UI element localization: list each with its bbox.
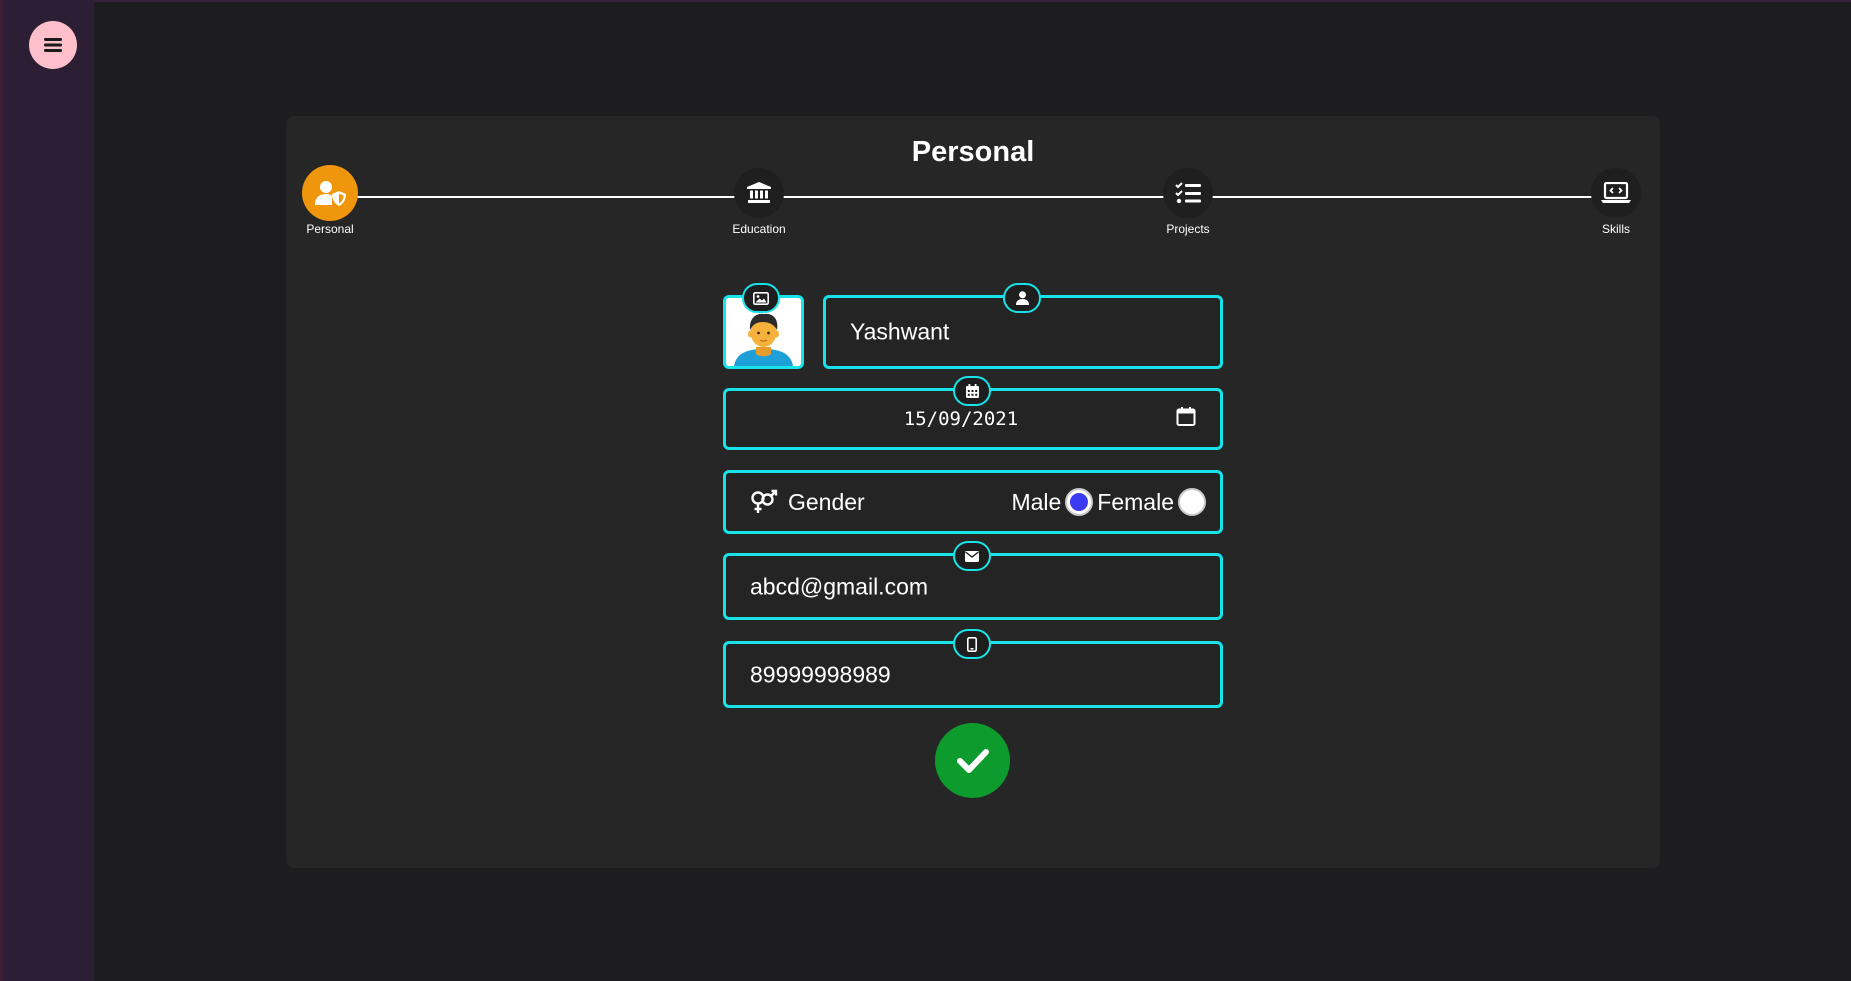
step-education[interactable]: Education xyxy=(719,168,799,236)
step-personal-circle xyxy=(302,165,358,221)
step-personal[interactable]: Personal xyxy=(290,165,370,236)
sidebar xyxy=(3,0,94,981)
photo-badge[interactable] xyxy=(742,283,780,313)
step-skills-circle xyxy=(1591,168,1641,218)
phone-badge xyxy=(953,629,991,659)
date-picker-button[interactable] xyxy=(1176,407,1196,432)
male-label[interactable]: Male xyxy=(1011,489,1061,516)
email-value: abcd@gmail.com xyxy=(750,573,929,599)
university-icon xyxy=(747,182,771,203)
submit-button[interactable] xyxy=(935,723,1010,798)
stepper-line xyxy=(334,196,1618,198)
step-projects[interactable]: Projects xyxy=(1148,168,1228,236)
gender-icon xyxy=(751,489,778,513)
step-skills[interactable]: Skills xyxy=(1576,168,1656,236)
hamburger-icon xyxy=(44,38,62,52)
step-label: Projects xyxy=(1166,222,1210,236)
step-label: Education xyxy=(732,222,786,236)
top-border xyxy=(0,0,1851,2)
menu-button[interactable] xyxy=(29,21,77,69)
dob-value: 15/09/2021 xyxy=(903,408,1019,430)
gender-label: Gender xyxy=(788,488,865,515)
gender-field: Gender Male Female xyxy=(723,470,1223,534)
female-label[interactable]: Female xyxy=(1097,489,1174,516)
dob-badge xyxy=(953,376,991,406)
user-icon xyxy=(1015,291,1029,305)
step-label: Personal xyxy=(306,222,354,236)
gender-row: Gender Male Female xyxy=(726,473,1220,531)
female-radio[interactable] xyxy=(1178,488,1206,516)
user-shield-icon xyxy=(315,181,346,206)
image-icon xyxy=(753,291,769,305)
calendar-outline-icon xyxy=(1176,407,1196,426)
name-badge xyxy=(1003,283,1041,313)
email-badge xyxy=(953,541,991,571)
page-title: Personal xyxy=(911,136,1035,168)
calendar-icon xyxy=(965,384,979,398)
phone-value: 89999998989 xyxy=(750,661,891,687)
envelope-icon xyxy=(965,550,979,562)
name-value: Yashwant xyxy=(850,318,950,345)
step-education-circle xyxy=(734,168,784,218)
mobile-icon xyxy=(967,636,977,652)
laptop-code-icon xyxy=(1601,182,1631,203)
step-projects-circle xyxy=(1163,168,1213,218)
tasks-list-icon xyxy=(1175,182,1201,204)
radio-dot xyxy=(1070,493,1089,511)
check-icon xyxy=(956,748,989,773)
step-label: Skills xyxy=(1601,222,1630,236)
male-radio[interactable] xyxy=(1065,488,1094,516)
